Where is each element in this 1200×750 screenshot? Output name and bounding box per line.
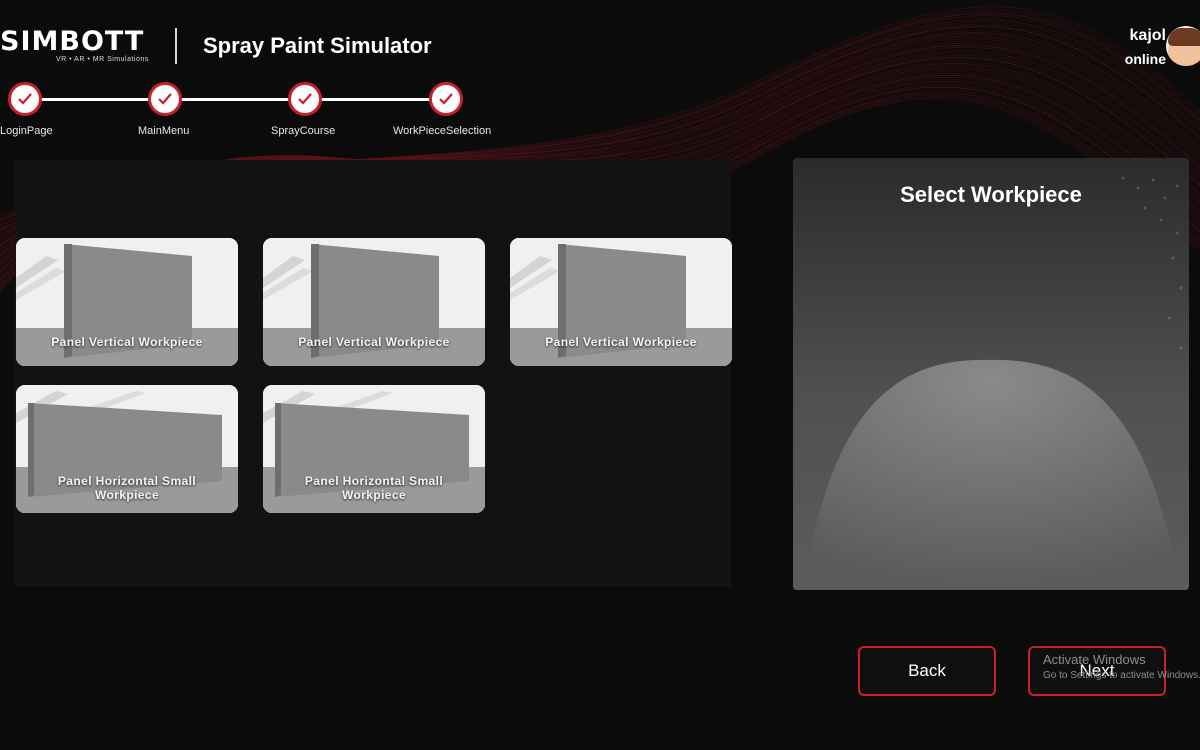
user-info: kajol online xyxy=(1125,27,1166,67)
check-icon xyxy=(298,93,312,105)
preview-title: Select Workpiece xyxy=(900,182,1082,207)
check-icon xyxy=(18,93,32,105)
workpiece-preview: Select Workpiece xyxy=(793,158,1189,590)
check-icon xyxy=(439,93,453,105)
user-name: kajol xyxy=(1129,27,1166,44)
workpiece-label: Panel Horizontal Small Workpiece xyxy=(57,474,197,502)
workpiece-card[interactable]: Panel Horizontal Small Workpiece xyxy=(16,385,238,513)
step-label: LoginPage xyxy=(0,125,53,137)
workpiece-label: Panel Vertical Workpiece xyxy=(298,335,450,349)
workpiece-list: Panel Vertical Workpiece Panel Vertical … xyxy=(15,160,732,587)
step-label: SprayCourse xyxy=(271,125,336,137)
stepper-line xyxy=(24,98,444,101)
workpiece-card[interactable]: Panel Vertical Workpiece xyxy=(510,238,732,366)
header-divider xyxy=(175,28,177,64)
step-check-mainmenu xyxy=(148,82,182,116)
check-icon xyxy=(158,93,172,105)
preview-placeholder xyxy=(793,158,1189,590)
workpiece-card[interactable]: Panel Vertical Workpiece xyxy=(16,238,238,366)
app-title: Spray Paint Simulator xyxy=(203,33,432,58)
workpiece-card[interactable]: Panel Vertical Workpiece xyxy=(263,238,485,366)
workpiece-label: Panel Vertical Workpiece xyxy=(545,335,697,349)
step-check-loginpage xyxy=(8,82,42,116)
workpiece-label: Panel Vertical Workpiece xyxy=(51,335,203,349)
logo-text: SIMBOTT xyxy=(0,26,145,57)
step-check-workpieceselection xyxy=(429,82,463,116)
activate-windows-watermark: Activate Windows Go to Settings to activ… xyxy=(1043,652,1200,681)
user-status: online xyxy=(1124,51,1166,67)
step-check-spraycourse xyxy=(288,82,322,116)
workpiece-card[interactable]: Panel Horizontal Small Workpiece xyxy=(263,385,485,513)
simbott-logo: SIMBOTT VR • AR • MR Simulations xyxy=(0,26,160,70)
avatar[interactable] xyxy=(1166,26,1200,66)
logo-tagline: VR • AR • MR Simulations xyxy=(56,56,149,63)
watermark-line-1: Activate Windows xyxy=(1043,652,1146,667)
watermark-line-2: Go to Settings to activate Windows. xyxy=(1043,670,1200,681)
workpiece-label: Panel Horizontal Small Workpiece xyxy=(304,474,444,502)
step-label: MainMenu xyxy=(138,125,190,137)
back-button[interactable]: Back xyxy=(858,646,996,696)
step-label: WorkPieceSelection xyxy=(393,125,492,137)
